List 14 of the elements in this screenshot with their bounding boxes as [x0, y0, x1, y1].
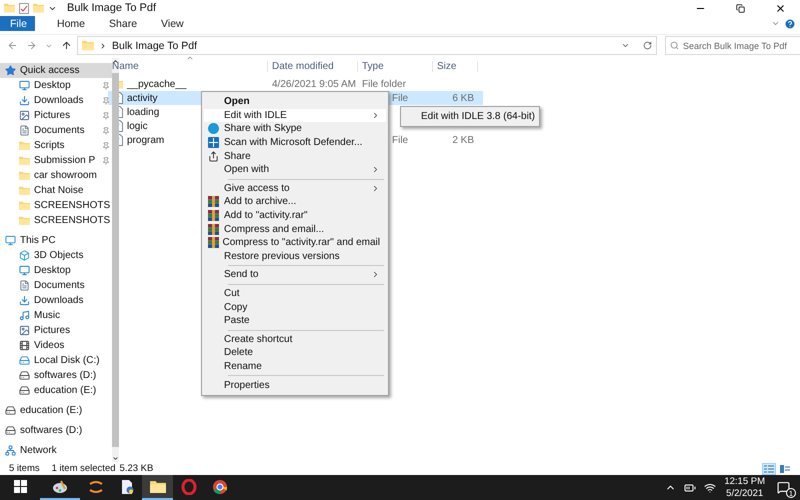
item-count: 5 items	[9, 463, 40, 474]
file-name: logic	[127, 120, 148, 132]
file-name: loading	[127, 106, 160, 118]
file-name: __pycache__	[127, 78, 186, 90]
size-cell-text: 6 KB	[451, 92, 475, 104]
type-cell-text: File	[391, 92, 410, 104]
file-name: program	[127, 134, 164, 146]
selection-count: 1 item selected	[52, 463, 116, 474]
selection-size: 5.23 KB	[120, 463, 154, 474]
file-name: activity	[127, 92, 158, 104]
date-cell-text: 4/26/2021 9:05 AM	[271, 78, 357, 90]
size-cell-text: 2 KB	[451, 134, 475, 146]
type-cell-text: File folder	[361, 78, 407, 90]
window-title: Bulk Image To Pdf	[67, 2, 156, 14]
